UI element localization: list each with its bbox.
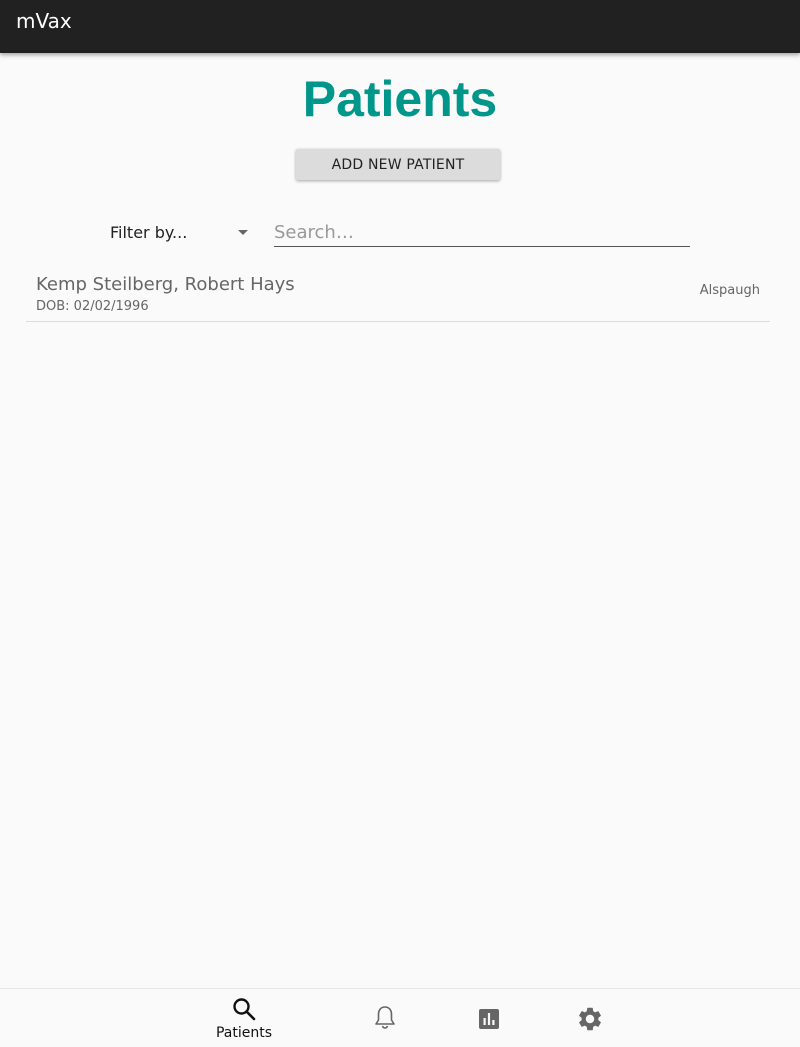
- patient-list-item[interactable]: Kemp Steilberg, Robert Hays DOB: 02/02/1…: [26, 266, 770, 322]
- gear-icon: [579, 1007, 601, 1031]
- app-bar: mVax: [0, 0, 800, 53]
- nav-label-patients: Patients: [215, 1025, 273, 1041]
- filter-dropdown[interactable]: Filter by...: [110, 220, 256, 246]
- nav-item-settings[interactable]: [550, 989, 630, 1047]
- filter-label: Filter by...: [110, 223, 188, 242]
- page-title: Patients: [302, 71, 498, 127]
- chart-icon: [479, 1009, 499, 1029]
- app-title: mVax: [16, 9, 72, 33]
- nav-item-patients[interactable]: Patients: [204, 989, 284, 1047]
- patient-name: Kemp Steilberg, Robert Hays: [36, 274, 295, 295]
- bottom-navigation: Patients: [0, 988, 800, 1047]
- dropdown-caret-icon: [238, 230, 248, 235]
- search-icon: [233, 998, 256, 1021]
- add-new-patient-button[interactable]: ADD NEW PATIENT: [296, 149, 500, 180]
- patient-dob: DOB: 02/02/1996: [36, 299, 149, 314]
- patient-meta: Alspaugh: [699, 283, 760, 298]
- nav-item-reports[interactable]: [447, 989, 527, 1047]
- bell-icon: [375, 1006, 395, 1029]
- search-input[interactable]: [274, 218, 690, 247]
- nav-item-notifications[interactable]: [345, 989, 425, 1047]
